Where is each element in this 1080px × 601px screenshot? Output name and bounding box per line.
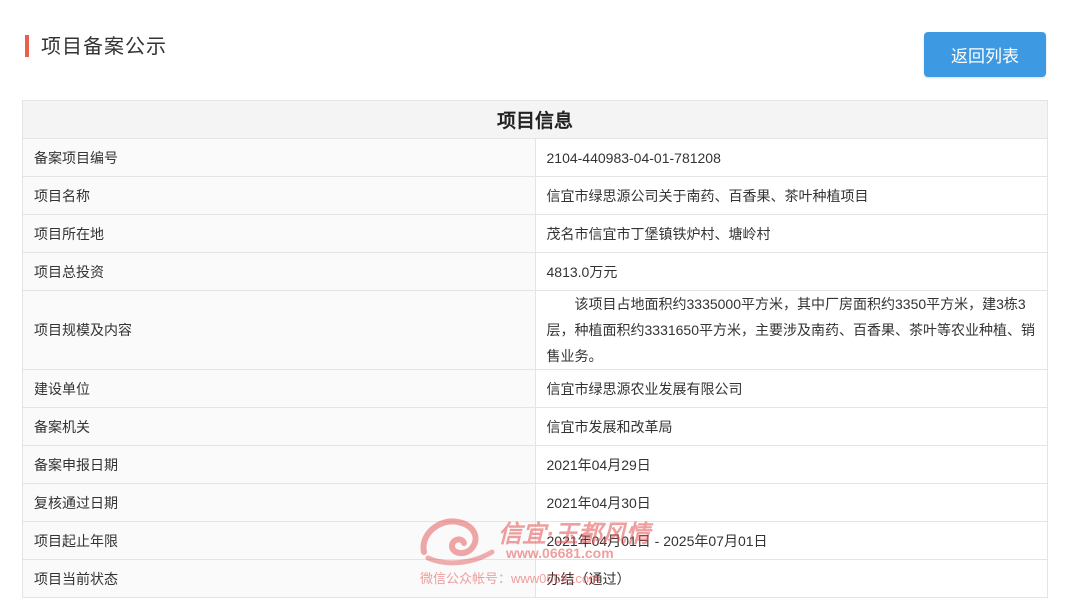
table-heading: 项目信息 [22,100,1048,139]
table-row: 项目起止年限 2021年04月01日 - 2025年07月01日 [22,521,1048,560]
row-value-review-date: 2021年04月30日 [534,483,1048,522]
row-label-location: 项目所在地 [22,214,536,253]
row-label-total-investment: 项目总投资 [22,252,536,291]
table-row: 项目总投资 4813.0万元 [22,252,1048,291]
row-label-filing-authority: 备案机关 [22,407,536,446]
row-label-project-code: 备案项目编号 [22,138,536,177]
row-value-builder: 信宜市绿思源农业发展有限公司 [534,369,1048,408]
table-row: 备案申报日期 2021年04月29日 [22,445,1048,484]
table-row: 项目所在地 茂名市信宜市丁堡镇铁炉村、塘岭村 [22,214,1048,253]
table-row: 建设单位 信宜市绿思源农业发展有限公司 [22,369,1048,408]
row-value-scale-content: 该项目占地面积约3335000平方米，其中厂房面积约3350平方米，建3栋3层，… [534,290,1048,370]
row-value-project-code: 2104-440983-04-01-781208 [534,138,1048,177]
back-to-list-button[interactable]: 返回列表 [924,32,1046,77]
row-label-scale-content: 项目规模及内容 [22,290,536,370]
row-label-review-date: 复核通过日期 [22,483,536,522]
row-label-project-period: 项目起止年限 [22,521,536,560]
row-value-project-period: 2021年04月01日 - 2025年07月01日 [534,521,1048,560]
row-value-current-status: 办结（通过） [534,559,1048,598]
title-accent-bar [25,35,29,57]
row-value-total-investment: 4813.0万元 [534,252,1048,291]
page-title: 项目备案公示 [41,36,167,58]
table-row: 备案项目编号 2104-440983-04-01-781208 [22,138,1048,177]
row-value-filing-authority: 信宜市发展和改革局 [534,407,1048,446]
row-label-project-name: 项目名称 [22,176,536,215]
table-row: 备案机关 信宜市发展和改革局 [22,407,1048,446]
row-label-builder: 建设单位 [22,369,536,408]
row-value-project-name: 信宜市绿思源公司关于南药、百香果、茶叶种植项目 [534,176,1048,215]
row-label-current-status: 项目当前状态 [22,559,536,598]
table-row: 复核通过日期 2021年04月30日 [22,483,1048,522]
page-header: 项目备案公示 返回列表 [0,0,1080,96]
row-value-location: 茂名市信宜市丁堡镇铁炉村、塘岭村 [534,214,1048,253]
table-row: 项目名称 信宜市绿思源公司关于南药、百香果、茶叶种植项目 [22,176,1048,215]
row-value-application-date: 2021年04月29日 [534,445,1048,484]
table-row: 项目规模及内容 该项目占地面积约3335000平方米，其中厂房面积约3350平方… [22,290,1048,370]
table-row: 项目当前状态 办结（通过） [22,559,1048,598]
project-info-table: 项目信息 备案项目编号 2104-440983-04-01-781208 项目名… [22,100,1048,598]
row-label-application-date: 备案申报日期 [22,445,536,484]
